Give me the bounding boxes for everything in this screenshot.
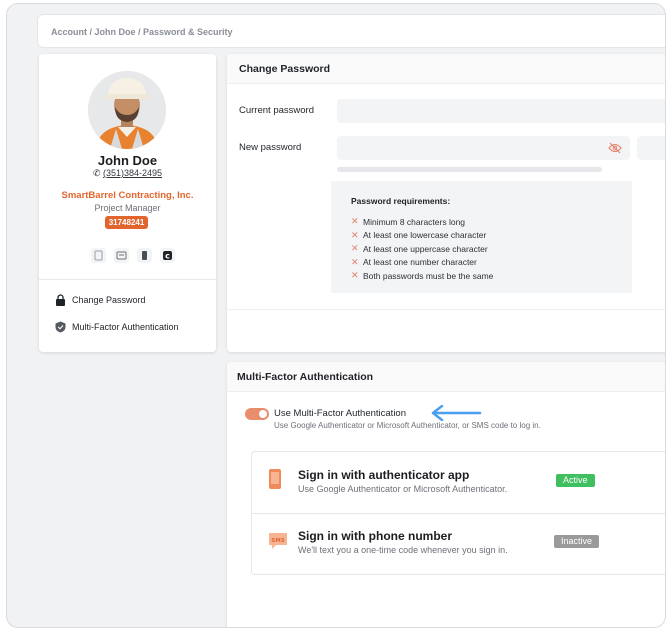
x-icon: ✕ xyxy=(351,243,359,254)
profile-card: John Doe ✆ (351)384-2495 SmartBarrel Con… xyxy=(39,54,216,352)
phone-number[interactable]: (351)384-2495 xyxy=(103,168,162,178)
method-subtitle: Use Google Authenticator or Microsoft Au… xyxy=(298,484,508,494)
job-role: Project Manager xyxy=(94,203,161,213)
arrow-left-icon xyxy=(431,405,482,421)
requirement-item: ✕ At least one lowercase character xyxy=(351,229,487,241)
mfa-panel: Multi-Factor Authentication Use Multi-Fa… xyxy=(227,362,665,627)
method-phone-number[interactable]: SMS Sign in with phone number We'll text… xyxy=(252,513,665,574)
password-strength-bar xyxy=(337,167,602,172)
change-password-panel: Change Password Current password New pas… xyxy=(227,54,665,352)
eye-off-icon[interactable] xyxy=(608,142,622,154)
svg-text:c: c xyxy=(165,252,170,261)
method-title: Sign in with authenticator app xyxy=(298,468,470,482)
status-badge: Inactive xyxy=(554,535,600,548)
id-badge: 31748241 xyxy=(105,216,148,229)
requirements-title: Password requirements: xyxy=(351,196,451,206)
company-name: SmartBarrel Contracting, Inc. xyxy=(61,190,194,201)
nav-label: Multi-Factor Authentication xyxy=(72,322,179,332)
confirm-password-input[interactable] xyxy=(637,136,665,160)
current-password-label: Current password xyxy=(239,105,314,116)
requirement-item: ✕ Both passwords must be the same xyxy=(351,270,494,281)
nav-change-password[interactable]: Change Password xyxy=(55,294,146,306)
lock-icon xyxy=(56,294,65,306)
brand-logo-icon[interactable]: c xyxy=(160,248,175,263)
app-window: Account / John Doe / Password & Security… xyxy=(6,3,666,628)
document-icon[interactable] xyxy=(91,248,106,263)
new-password-label: New password xyxy=(239,142,302,153)
method-authenticator-app[interactable]: Sign in with authenticator app Use Googl… xyxy=(252,452,665,513)
shield-icon xyxy=(55,321,66,333)
svg-text:SMS: SMS xyxy=(271,538,284,544)
mfa-title: Multi-Factor Authentication xyxy=(227,362,665,392)
mfa-methods: Sign in with authenticator app Use Googl… xyxy=(251,451,665,575)
breadcrumb: Account / John Doe / Password & Security xyxy=(37,14,665,48)
avatar xyxy=(88,71,166,149)
nav-mfa[interactable]: Multi-Factor Authentication xyxy=(55,321,179,333)
quick-icons: c xyxy=(91,248,175,263)
method-subtitle: We'll text you a one-time code whenever … xyxy=(298,545,508,555)
x-icon: ✕ xyxy=(351,229,359,240)
sms-icon: SMS xyxy=(269,533,287,549)
mfa-toggle[interactable] xyxy=(245,408,269,420)
method-title: Sign in with phone number xyxy=(298,529,452,543)
card-divider xyxy=(39,279,216,280)
password-requirements: Password requirements: ✕ Minimum 8 charac… xyxy=(331,181,632,293)
phone-icon xyxy=(269,469,281,489)
nav-label: Change Password xyxy=(72,295,146,305)
status-badge: Active xyxy=(556,474,595,487)
phone-icon: ✆ xyxy=(92,168,101,178)
panel-divider xyxy=(227,309,665,310)
device-icon[interactable] xyxy=(137,248,152,263)
requirement-item: ✕ Minimum 8 characters long xyxy=(351,216,466,227)
change-password-title: Change Password xyxy=(227,54,665,84)
x-icon: ✕ xyxy=(351,216,359,227)
current-password-input[interactable] xyxy=(337,99,665,123)
x-icon: ✕ xyxy=(351,270,359,281)
x-icon: ✕ xyxy=(351,256,359,267)
new-password-input[interactable] xyxy=(337,136,630,160)
requirement-item: ✕ At least one number character xyxy=(351,256,477,268)
requirement-item: ✕ At least one uppercase character xyxy=(351,243,488,254)
toggle-knob xyxy=(259,410,267,418)
mfa-toggle-label: Use Multi-Factor Authentication xyxy=(274,408,407,419)
mfa-toggle-description: Use Google Authenticator or Microsoft Au… xyxy=(274,421,541,430)
id-card-icon[interactable] xyxy=(114,248,129,263)
profile-phone[interactable]: ✆ (351)384-2495 xyxy=(39,168,216,179)
profile-name: John Doe xyxy=(97,153,158,168)
